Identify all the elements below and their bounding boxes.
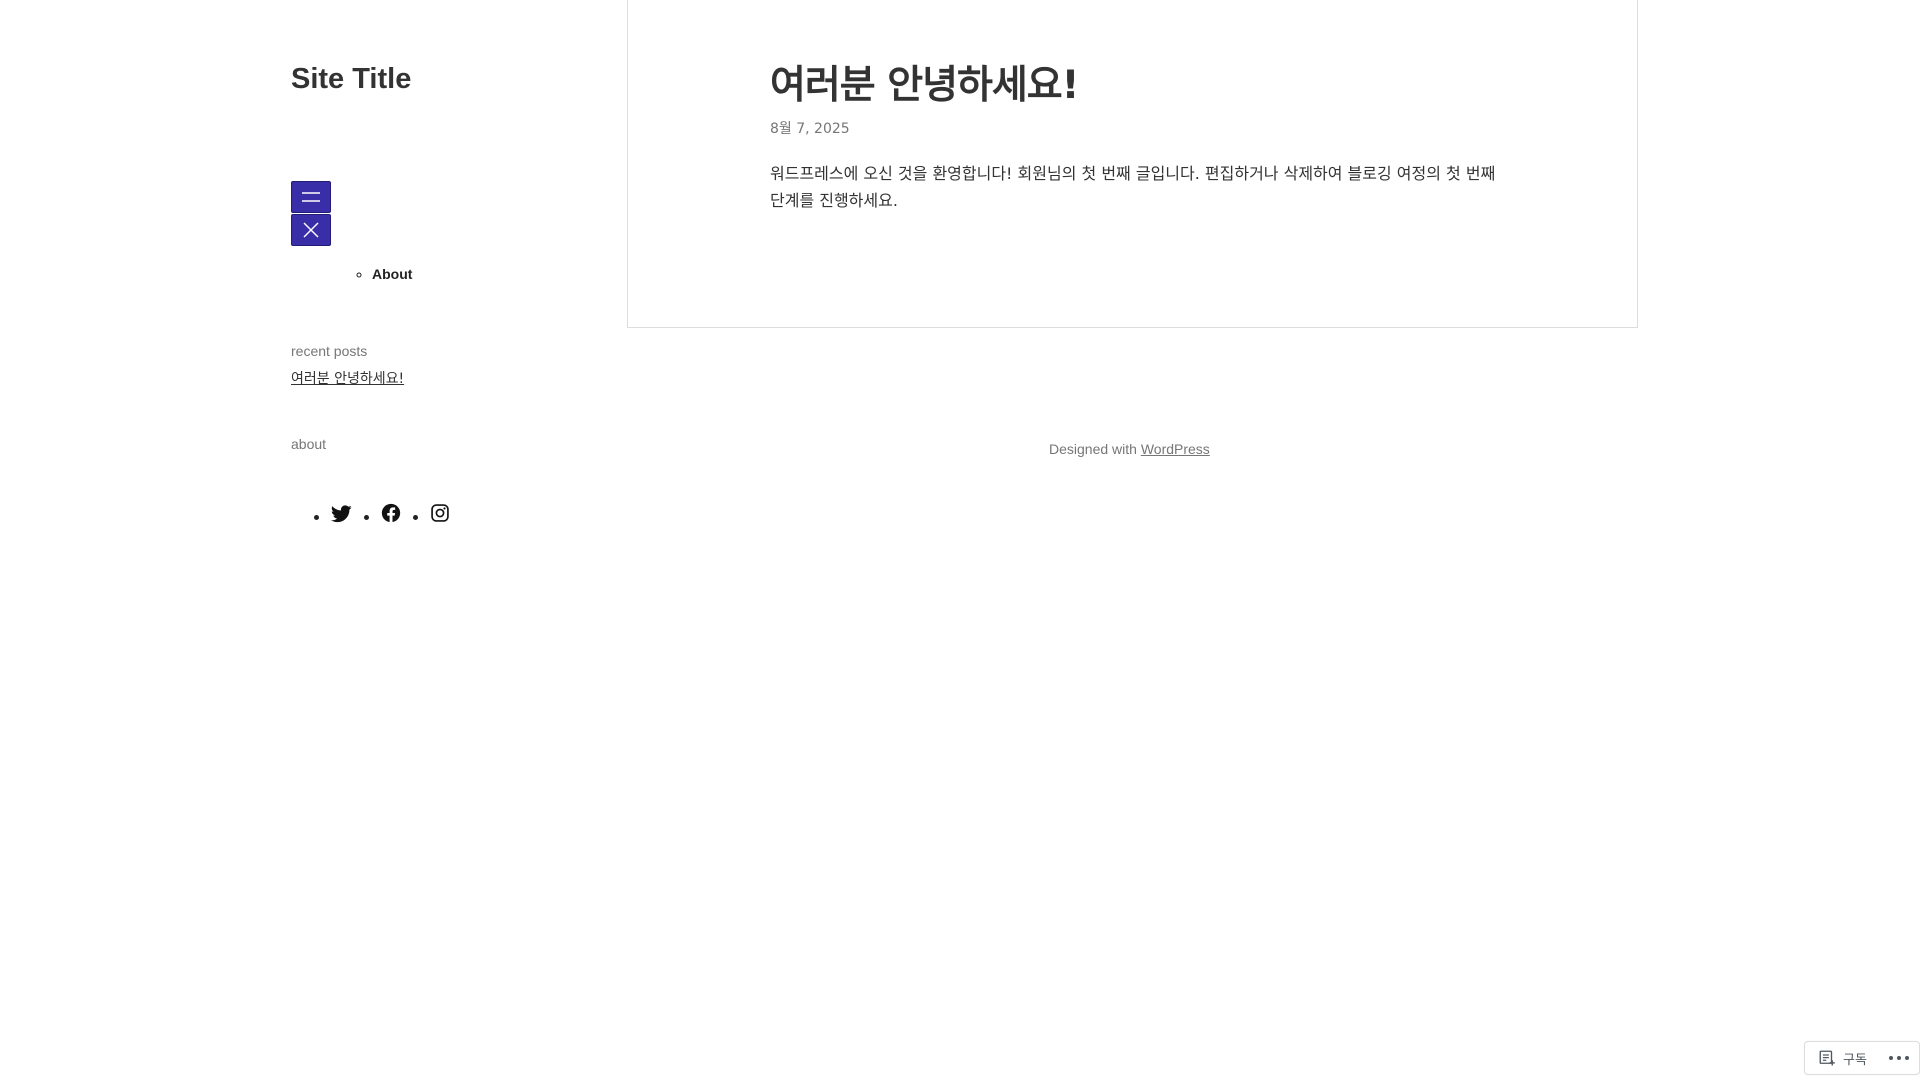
post-content: 워드프레스에 오신 것을 환영합니다! 회원님의 첫 번째 글입니다. 편집하거… bbox=[770, 164, 1496, 210]
more-options-button[interactable] bbox=[1877, 1042, 1917, 1074]
footer-credit: Designed with WordPress bbox=[1049, 439, 1210, 459]
close-icon bbox=[303, 222, 319, 238]
primary-navigation: About bbox=[352, 264, 412, 284]
menu-close-button[interactable] bbox=[291, 214, 331, 246]
ellipsis-icon bbox=[1896, 1056, 1901, 1060]
social-item-twitter[interactable] bbox=[314, 497, 364, 523]
social-item-instagram[interactable] bbox=[413, 497, 462, 523]
recent-post-link[interactable]: 여러분 안녕하세요! bbox=[291, 369, 404, 389]
subscribe-label: 구독 bbox=[1843, 1052, 1867, 1068]
list-bullet bbox=[364, 515, 369, 520]
wordpress-link[interactable]: WordPress bbox=[1141, 441, 1210, 457]
footer-credit-text: Designed with bbox=[1049, 441, 1141, 457]
subscribe-bar: 구독 bbox=[1804, 1041, 1920, 1075]
social-links bbox=[314, 497, 462, 523]
nav-item-label: About bbox=[372, 266, 413, 282]
ellipsis-icon bbox=[1904, 1056, 1909, 1060]
reader-icon bbox=[1819, 1050, 1835, 1066]
social-item-facebook[interactable] bbox=[364, 497, 413, 523]
instagram-icon[interactable] bbox=[430, 503, 450, 523]
nav-item-about[interactable]: About bbox=[372, 264, 412, 284]
list-bullet bbox=[413, 515, 418, 520]
site-title[interactable]: Site Title bbox=[291, 60, 411, 98]
ellipsis-icon bbox=[1888, 1056, 1893, 1060]
post-title[interactable]: 여러분 안녕하세요! bbox=[770, 60, 1079, 112]
about-heading: about bbox=[291, 436, 327, 452]
hamburger-icon bbox=[302, 192, 320, 202]
menu-open-button[interactable] bbox=[291, 181, 331, 213]
twitter-icon[interactable] bbox=[331, 505, 352, 523]
facebook-icon[interactable] bbox=[381, 503, 401, 523]
list-bullet bbox=[314, 515, 319, 520]
subscribe-button[interactable]: 구독 bbox=[1805, 1042, 1877, 1074]
post-date[interactable]: 8월 7, 2025 bbox=[770, 119, 850, 139]
recent-posts-heading: recent posts bbox=[291, 343, 368, 359]
